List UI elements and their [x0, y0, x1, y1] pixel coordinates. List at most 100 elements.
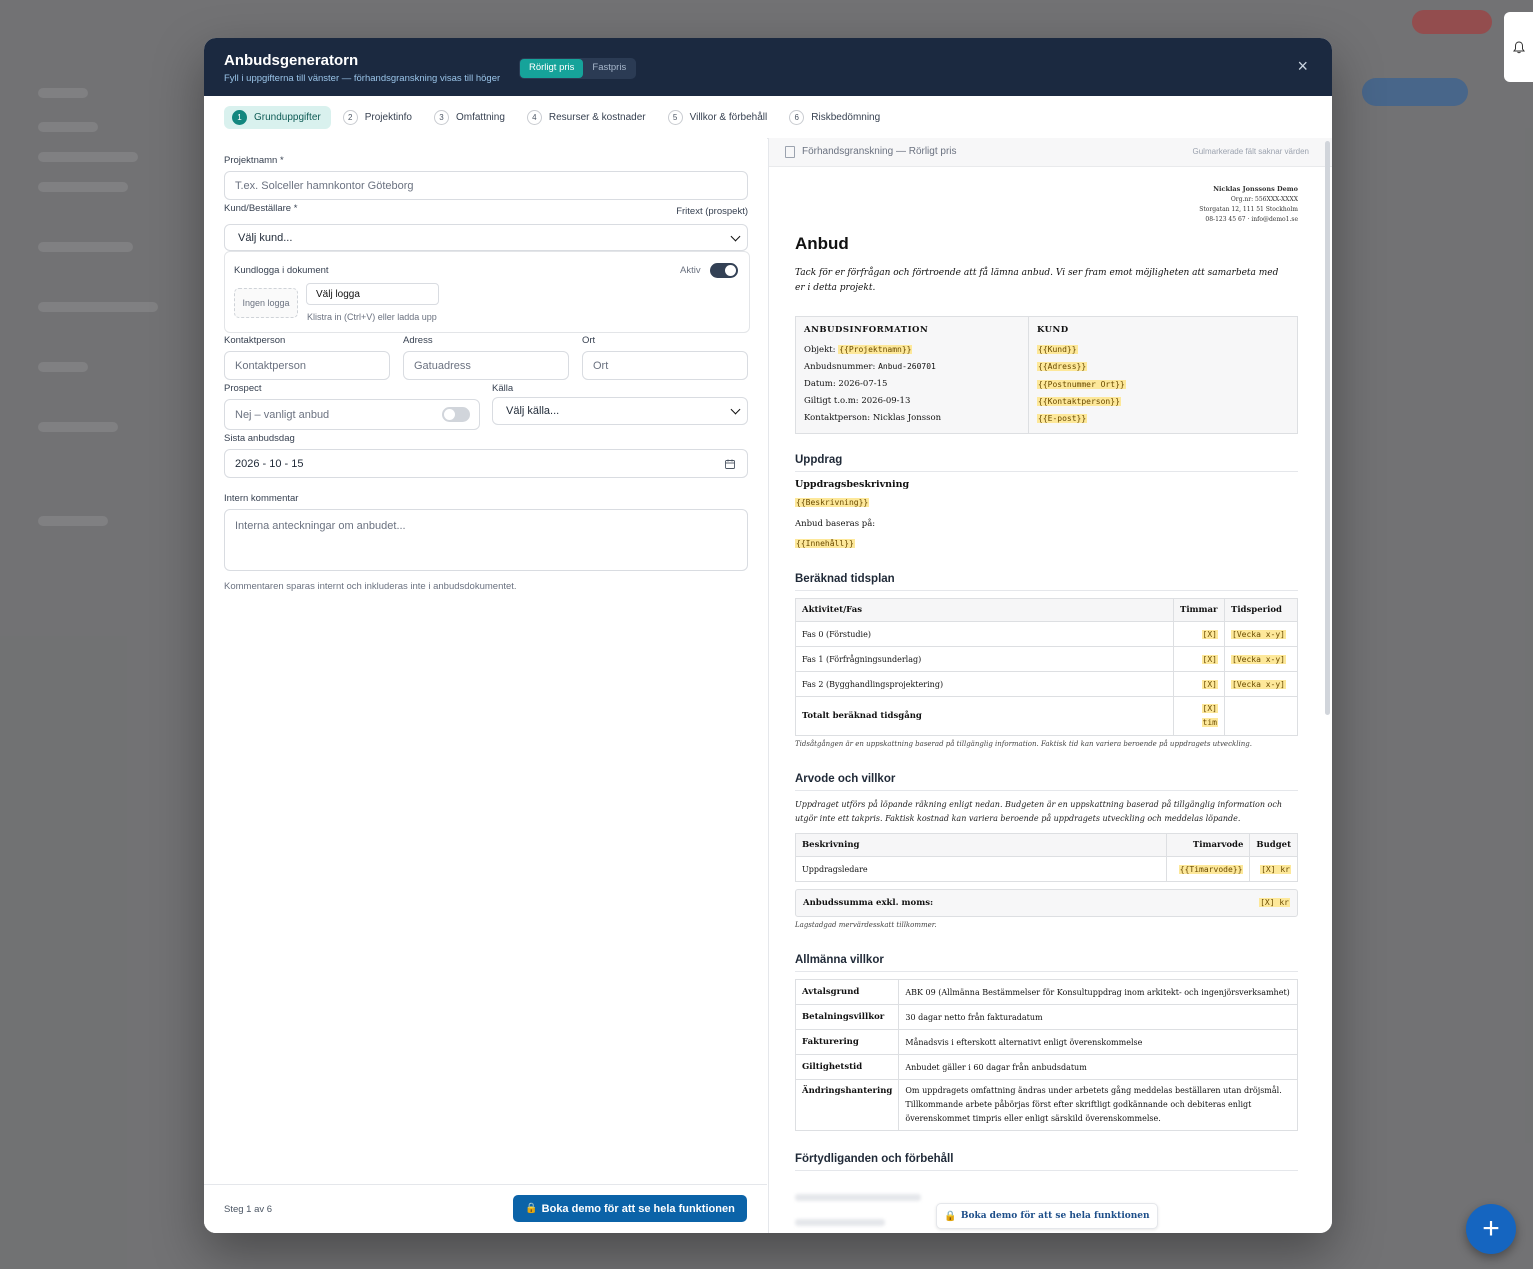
table-cell: [X]	[1201, 704, 1218, 713]
customer-info-title: KUND	[1037, 325, 1069, 335]
info-row-number: Anbudsnummer: Anbud-260701	[804, 358, 1028, 375]
source-select[interactable]: Välj källa...	[492, 397, 748, 425]
prospect-toggle[interactable]	[442, 407, 470, 422]
table-row: Fas 2 (Bygghandlingsprojektering) [X] [V…	[795, 671, 1298, 697]
step-tabs: 1 Grunduppgifter 2 Projektinfo 3 Omfattning…	[204, 96, 1332, 139]
customer-placeholder: {{E-post}}	[1037, 414, 1088, 424]
form-footer: Steg 1 av 6 🔒 Boka demo för att se hela f…	[204, 1184, 767, 1233]
customer-select[interactable]: Välj kund...	[224, 224, 748, 251]
step-label: Riskbedömning	[811, 111, 881, 123]
customer-placeholder: {{Adress}}	[1037, 362, 1088, 372]
preview-panel: Förhandsgranskning — Rörligt pris Gulmar…	[768, 138, 1332, 1233]
table-cell: Uppdragsledare	[794, 856, 1168, 882]
no-logo-placeholder: Ingen logga	[234, 288, 298, 318]
address-input[interactable]: Gatuadress	[403, 351, 569, 380]
total-sum-box: Anbudssumma exkl. moms: [X] kr	[795, 889, 1298, 917]
info-row-valid: Giltigt t.o.m: 2026-09-13	[804, 393, 1028, 410]
logo-hint: Klistra in (Ctrl+V) eller ladda upp	[307, 312, 437, 322]
mode-variable-price[interactable]: Rörligt pris	[520, 59, 584, 78]
quote-info-title: ANBUDSINFORMATION	[804, 325, 929, 335]
choose-logo-button[interactable]: Välj logga	[306, 283, 439, 305]
table-header-cell: Timarvode	[1166, 833, 1251, 857]
notification-button[interactable]	[1504, 12, 1533, 82]
date-label: Datum:	[804, 378, 836, 389]
project-name-label: Projektnamn *	[224, 155, 284, 166]
table-cell: Betalningsvillkor	[794, 1004, 900, 1030]
object-value: {{Projektnamn}}	[838, 345, 913, 354]
source-label: Källa	[492, 383, 514, 394]
date-value: 2026-07-15	[838, 378, 888, 389]
step-tab-5[interactable]: 5 Villkor & förbehåll	[660, 106, 778, 129]
bg-decor	[38, 362, 88, 372]
customer-logo-label: Kundlogga i dokument	[234, 265, 329, 276]
comment-label: Intern kommentar	[224, 493, 299, 504]
project-name-input[interactable]: T.ex. Solceller hamnkontor Göteborg	[224, 171, 748, 200]
table-row: Betalningsvillkor 30 dagar netto från fak…	[794, 1004, 1298, 1030]
prospect-label: Prospect	[224, 383, 262, 394]
customer-logo-card: Kundlogga i dokument Aktiv Ingen logga V…	[224, 251, 750, 333]
customer-placeholder: {{Kund}}	[1037, 345, 1078, 354]
bg-decor	[1412, 10, 1492, 34]
prospect-field: Nej – vanligt anbud	[224, 399, 480, 430]
step-tab-6[interactable]: 6 Riskbedömning	[781, 106, 890, 129]
document-heading: Anbud	[795, 234, 849, 253]
form-panel: Projektnamn * T.ex. Solceller hamnkontor…	[204, 138, 767, 1233]
table-cell: Fas 2 (Bygghandlingsprojektering)	[795, 671, 1174, 697]
step-tab-2[interactable]: 2 Projektinfo	[335, 106, 422, 129]
table-cell: [X]	[1201, 629, 1218, 639]
table-header-cell: Timmar	[1173, 598, 1225, 622]
customer-field: {{Kontaktperson}}	[1037, 393, 1297, 410]
customer-field: {{Kund}}	[1037, 341, 1297, 358]
table-cell: Ändringshantering	[794, 1079, 900, 1131]
table-header-cell: Budget	[1249, 833, 1298, 857]
based-on-label: Anbud baseras på:	[795, 519, 876, 529]
modal-subtitle: Fyll i uppgifterna till vänster — förhan…	[224, 73, 501, 84]
step-label: Projektinfo	[364, 111, 412, 123]
calendar-icon[interactable]	[725, 459, 735, 469]
table-row: Fas 1 (Förfrågningsunderlag) [X] [Vecka …	[795, 646, 1298, 672]
total-sum-label: Anbudssumma exkl. moms:	[803, 898, 934, 908]
table-cell: [X] kr	[1260, 864, 1291, 874]
preview-book-demo-button[interactable]: 🔒 Boka demo för att se hela funktionen	[936, 1203, 1158, 1229]
mode-fixed-price[interactable]: Fastpris	[583, 59, 635, 78]
document-intro: Tack för er förfrågan och förtroende att…	[795, 268, 1279, 293]
step-number: 4	[526, 109, 542, 125]
add-button[interactable]: +	[1466, 1204, 1516, 1254]
customer-placeholder: {{Postnummer Ort}}	[1037, 379, 1126, 389]
deadline-label: Sista anbudsdag	[224, 433, 295, 444]
customer-info-column: KUND {{Kund}} {{Adress}} {{Postnummer Or…	[1029, 317, 1297, 433]
comment-textarea[interactable]: Interna anteckningar om anbudet...	[224, 509, 748, 571]
preview-title: Förhandsgranskning — Rörligt pris	[802, 146, 957, 157]
bg-decor	[38, 88, 88, 98]
table-row: Fas 0 (Förstudie) [X] [Vecka x-y]	[795, 621, 1298, 647]
step-label: Resurser & kostnader	[548, 111, 646, 123]
table-cell: Giltighetstid	[794, 1054, 900, 1080]
logo-active-toggle[interactable]	[710, 263, 738, 278]
step-tab-1[interactable]: 1 Grunduppgifter	[224, 105, 331, 129]
table-header-row: Aktivitet/Fas Timmar Tidsperiod	[795, 598, 1298, 622]
step-tab-4[interactable]: 4 Resurser & kostnader	[519, 106, 656, 129]
prospect-value: Nej – vanligt anbud	[235, 408, 330, 421]
table-cell: [Vecka x-y]	[1231, 629, 1286, 639]
preview-scrollbar[interactable]	[1325, 141, 1330, 715]
book-demo-button[interactable]: 🔒 Boka demo för att se hela funktionen	[513, 1195, 747, 1222]
document-icon	[785, 146, 795, 158]
sender-contact: 08-123 45 67 · info@demo1.se	[1205, 216, 1298, 223]
source-select-value: Välj källa...	[506, 405, 560, 417]
contact-person-label: Kontaktperson:	[804, 413, 871, 424]
contact-input[interactable]: Kontaktperson	[224, 351, 390, 380]
city-input[interactable]: Ort	[582, 351, 748, 380]
customer-field: {{Postnummer Ort}}	[1037, 376, 1297, 393]
contact-person-value: Nicklas Jonsson	[872, 413, 942, 424]
preview-hint: Gulmarkerade fält saknar värden	[1192, 147, 1310, 156]
quote-info-box: ANBUDSINFORMATION Objekt: {{Projektnamn}…	[795, 316, 1298, 434]
deadline-date-input[interactable]: 2026 - 10 - 15	[224, 449, 748, 478]
table-cell	[1224, 696, 1298, 736]
step-number: 2	[342, 109, 358, 125]
freetext-prospect-link[interactable]: Fritext (prospekt)	[676, 206, 748, 217]
step-tab-3[interactable]: 3 Omfattning	[426, 106, 515, 129]
logo-active-label: Aktiv	[680, 265, 701, 276]
fees-table: Beskrivning Timarvode Budget Uppdragsled…	[794, 833, 1298, 882]
schedule-note: Tidsåtgången är en uppskattning baserad …	[795, 740, 1252, 748]
close-icon[interactable]: ×	[1297, 56, 1308, 77]
